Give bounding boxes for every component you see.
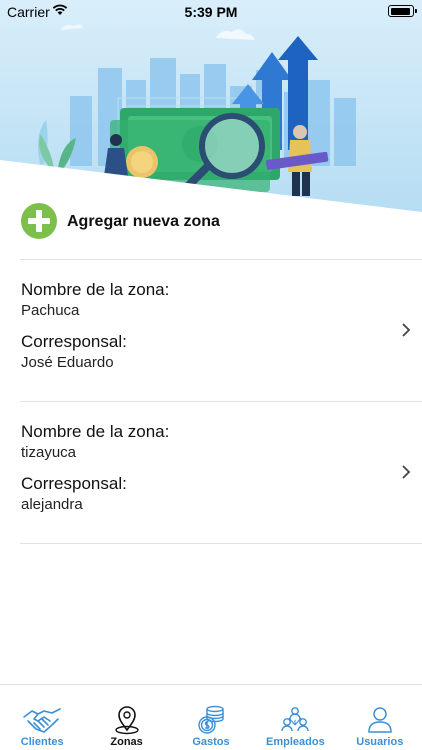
zone-name-label: Nombre de la zona: <box>21 422 170 441</box>
tab-bar: Clientes Zonas Gastos Empleados Usuarios <box>0 684 422 750</box>
chevron-right-icon <box>402 323 411 337</box>
add-zone-label: Agregar nueva zona <box>67 213 220 230</box>
corresponsal-label: Corresponsal: <box>21 474 127 493</box>
corresponsal-label: Corresponsal: <box>21 332 127 351</box>
battery-icon <box>388 5 417 17</box>
status-bar: Carrier 5:39 PM <box>0 0 422 22</box>
zone-name-label: Nombre de la zona: <box>21 280 170 299</box>
tab-label: Gastos <box>192 736 230 748</box>
chevron-right-icon <box>402 465 411 479</box>
user-icon <box>368 707 392 733</box>
add-zone-button[interactable]: Agregar nueva zona <box>0 203 422 241</box>
corresponsal-value: alejandra <box>21 496 83 513</box>
handshake-icon <box>23 708 61 733</box>
zone-name-value: Pachuca <box>21 302 80 319</box>
plus-circle-icon <box>21 203 57 239</box>
zone-name-value: tizayuca <box>21 444 77 461</box>
group-icon <box>281 707 310 732</box>
header-illustration <box>0 0 422 212</box>
coins-icon <box>198 705 224 734</box>
divider <box>20 543 422 544</box>
tab-label: Empleados <box>266 736 325 748</box>
tab-label: Clientes <box>20 736 64 748</box>
tab-empleados[interactable]: Empleados <box>253 685 337 750</box>
map-pin-icon <box>114 706 139 735</box>
zone-row-pachuca[interactable]: Nombre de la zona: Pachuca Corresponsal:… <box>0 260 422 400</box>
tab-label: Zonas <box>110 736 143 748</box>
tab-label: Usuarios <box>356 736 404 748</box>
tab-zonas[interactable]: Zonas <box>84 685 168 750</box>
tab-clientes[interactable]: Clientes <box>0 685 84 750</box>
tab-gastos[interactable]: Gastos <box>169 685 253 750</box>
corresponsal-value: José Eduardo <box>21 354 114 371</box>
tab-usuarios[interactable]: Usuarios <box>338 685 422 750</box>
zone-row-tizayuca[interactable]: Nombre de la zona: tizayuca Corresponsal… <box>0 402 422 542</box>
status-time: 5:39 PM <box>184 4 238 20</box>
